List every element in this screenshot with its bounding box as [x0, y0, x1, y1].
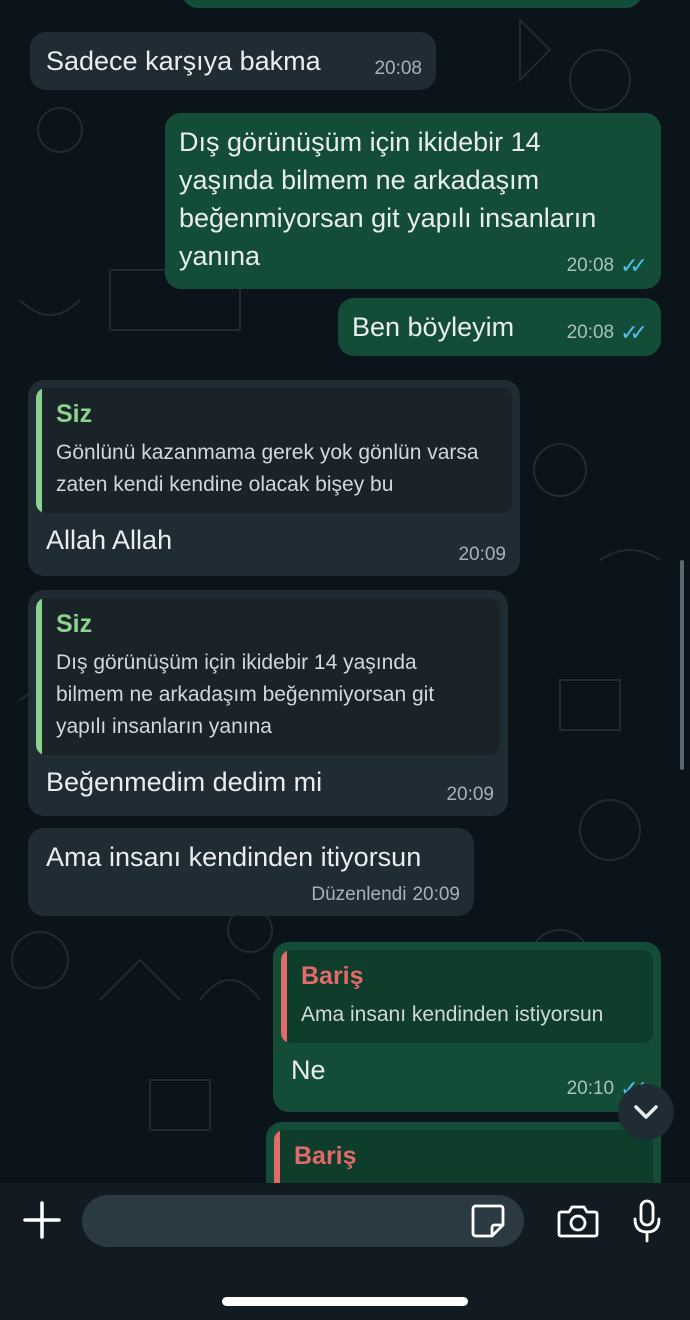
message-bubble[interactable]: Siz Dış görünüşüm için ikidebir 14 yaşın… [28, 590, 508, 816]
message-bubble[interactable] [182, 0, 642, 8]
plus-icon[interactable] [22, 1200, 62, 1240]
message-bubble[interactable]: Ama insanı kendinden itiyorsun Düzenlend… [28, 828, 474, 916]
scrollbar[interactable] [680, 560, 684, 770]
quote-text: Gönlünü kazanmama gerek yok gönlün varsa… [56, 441, 479, 496]
message-time: 20:09 [412, 884, 460, 905]
chat-area[interactable]: Sadece karşıya bakma 20:08 Dış görünüşüm… [0, 0, 690, 1183]
message-text: Ama insanı kendinden itiyorsun [46, 842, 422, 872]
microphone-icon[interactable] [630, 1199, 664, 1243]
reply-quote[interactable]: Siz Dış görünüşüm için ikidebir 14 yaşın… [36, 598, 500, 755]
message-meta: 20:09 [446, 784, 494, 806]
message-bubble[interactable]: Sadece karşıya bakma 20:08 [30, 32, 436, 90]
quote-text: Ama insanı kendinden istiyorsun [301, 1003, 604, 1026]
message-bubble[interactable]: Bariş Ama insanı kendinden istiyorsun Ne… [273, 942, 661, 1112]
reply-quote[interactable]: Bariş [274, 1130, 653, 1183]
camera-icon[interactable] [556, 1203, 600, 1239]
quote-author: Bariş [294, 1142, 357, 1170]
message-meta: 20:08 [374, 58, 422, 80]
reply-quote[interactable]: Bariş Ama insanı kendinden istiyorsun [281, 950, 653, 1043]
message-meta: 20:08 ✓✓ [566, 320, 648, 346]
double-check-icon: ✓✓ [620, 253, 648, 278]
quote-author: Siz [56, 610, 93, 638]
message-text: Sadece karşıya bakma [46, 46, 321, 76]
message-time: 20:08 [374, 58, 422, 79]
scroll-to-bottom-button[interactable] [618, 1084, 674, 1140]
message-meta: Düzenlendi 20:09 [311, 884, 460, 906]
quote-author: Siz [56, 400, 93, 428]
message-bubble[interactable]: Bariş [266, 1122, 661, 1183]
message-time: 20:09 [458, 544, 506, 565]
message-time: 20:10 [566, 1078, 615, 1099]
message-input[interactable] [82, 1195, 524, 1247]
double-check-icon: ✓✓ [620, 320, 648, 345]
message-text: Beğenmedim dedim mi [46, 767, 323, 797]
message-meta: 20:09 [458, 544, 506, 566]
edited-label: Düzenlendi [311, 884, 407, 905]
message-bubble[interactable]: Ben böyleyim 20:08 ✓✓ [338, 298, 661, 356]
message-meta: 20:08 ✓✓ [566, 253, 648, 279]
message-text: Allah Allah [46, 525, 173, 555]
reply-quote[interactable]: Siz Gönlünü kazanmama gerek yok gönlün v… [36, 388, 512, 513]
message-bubble[interactable]: Dış görünüşüm için ikidebir 14 yaşında b… [165, 113, 661, 289]
message-time: 20:08 [566, 322, 615, 343]
message-time: 20:09 [446, 784, 494, 805]
home-indicator[interactable] [222, 1297, 468, 1306]
message-time: 20:08 [566, 255, 615, 276]
sticker-icon[interactable] [470, 1203, 506, 1239]
quote-text: Dış görünüşüm için ikidebir 14 yaşında b… [56, 651, 435, 738]
message-bubble[interactable]: Siz Gönlünü kazanmama gerek yok gönlün v… [28, 380, 520, 576]
chevron-down-icon [634, 1105, 658, 1119]
quote-author: Bariş [301, 962, 364, 990]
